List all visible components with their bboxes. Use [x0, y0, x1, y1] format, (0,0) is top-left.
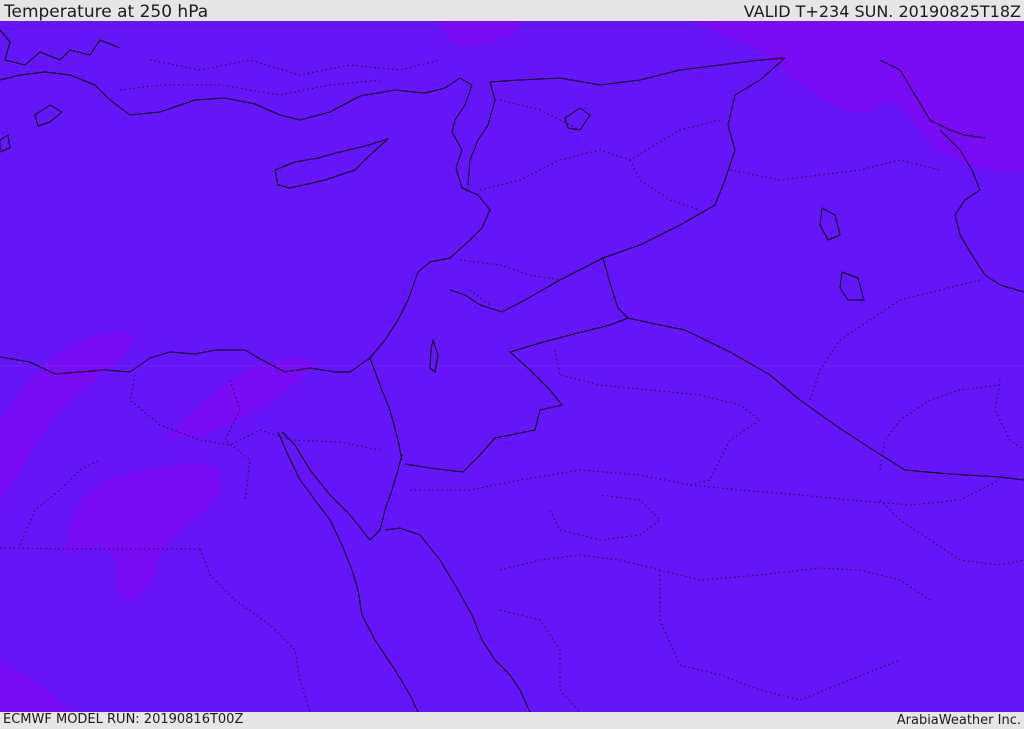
- footer-bar: ECMWF MODEL RUN: 20190816T00Z ArabiaWeat…: [0, 712, 1024, 729]
- valid-time: VALID T+234 SUN. 20190825T18Z: [743, 2, 1021, 21]
- temperature-map: [0, 21, 1024, 712]
- model-run-label: ECMWF MODEL RUN: 20190816T00Z: [3, 712, 244, 727]
- credit-label: ArabiaWeather Inc.: [896, 713, 1021, 728]
- map-svg: [0, 21, 1024, 712]
- map-title: Temperature at 250 hPa: [4, 2, 209, 22]
- header-bar: Temperature at 250 hPa VALID T+234 SUN. …: [0, 0, 1024, 22]
